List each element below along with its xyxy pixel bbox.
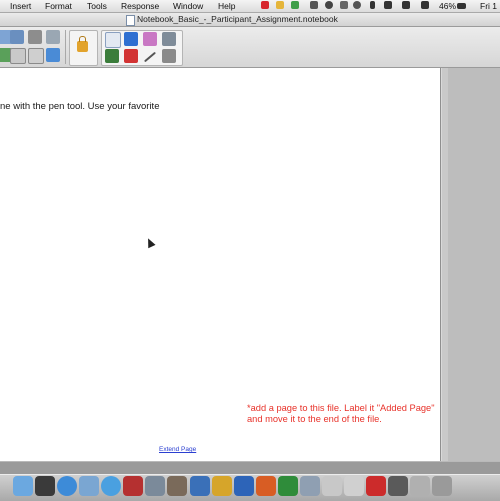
display-icon[interactable] bbox=[10, 48, 26, 64]
app-icon[interactable] bbox=[388, 476, 408, 496]
finder-icon[interactable] bbox=[13, 476, 33, 496]
pen-icon[interactable] bbox=[124, 32, 138, 46]
lock-group[interactable] bbox=[69, 30, 98, 66]
powerpoint-icon[interactable] bbox=[256, 476, 276, 496]
stickies-icon[interactable] bbox=[322, 476, 342, 496]
menu-response[interactable]: Response bbox=[121, 1, 159, 11]
word-icon[interactable] bbox=[234, 476, 254, 496]
menu-clock[interactable]: Fri 1 bbox=[480, 1, 497, 11]
lock-icon[interactable] bbox=[77, 36, 88, 52]
eraser-icon[interactable] bbox=[143, 32, 157, 46]
text-icon[interactable] bbox=[124, 49, 138, 63]
assignment-note: *add a page to this file. Label it "Adde… bbox=[247, 403, 435, 424]
launcher-icon[interactable] bbox=[190, 476, 210, 496]
timer-icon[interactable] bbox=[325, 1, 333, 9]
attachment-icon[interactable] bbox=[46, 30, 60, 44]
menu-bar: Insert Format Tools Response Window Help… bbox=[0, 0, 500, 13]
magic-pen-icon[interactable] bbox=[162, 32, 176, 46]
safari-icon[interactable] bbox=[57, 476, 77, 496]
trash-icon[interactable] bbox=[410, 476, 430, 496]
photo-icon[interactable] bbox=[145, 476, 165, 496]
mail-icon[interactable] bbox=[79, 476, 99, 496]
fill-icon[interactable] bbox=[105, 49, 119, 63]
mouse-cursor-icon bbox=[144, 236, 156, 249]
folder-icon[interactable] bbox=[432, 476, 452, 496]
instruction-text: ne with the pen tool. Use your favorite bbox=[0, 101, 160, 112]
undo-icon[interactable] bbox=[28, 30, 42, 44]
time-machine-icon[interactable] bbox=[353, 1, 361, 9]
window-title: Notebook_Basic_-_Participant_Assignment.… bbox=[137, 14, 338, 24]
menu-format[interactable]: Format bbox=[45, 1, 72, 11]
sound-icon[interactable] bbox=[384, 1, 392, 9]
wifi-icon[interactable] bbox=[402, 1, 410, 9]
notebook-icon[interactable] bbox=[300, 476, 320, 496]
side-panel-area[interactable] bbox=[448, 68, 500, 461]
battery-icon[interactable] bbox=[457, 3, 466, 9]
preview-icon[interactable] bbox=[167, 476, 187, 496]
shape-pen-icon[interactable] bbox=[162, 49, 176, 63]
record-icon[interactable] bbox=[261, 1, 269, 9]
menu-window[interactable]: Window bbox=[173, 1, 203, 11]
dashboard-icon[interactable] bbox=[35, 476, 55, 496]
document-icon bbox=[126, 15, 135, 26]
select-icon[interactable] bbox=[105, 32, 121, 48]
side-panel bbox=[441, 68, 500, 461]
delete-icon[interactable] bbox=[46, 48, 60, 62]
table-icon[interactable] bbox=[28, 48, 44, 64]
toolbar bbox=[0, 27, 500, 68]
dock bbox=[0, 474, 500, 501]
line-icon[interactable] bbox=[143, 51, 157, 63]
itunes-icon[interactable] bbox=[101, 476, 121, 496]
bluetooth-icon[interactable] bbox=[370, 1, 375, 9]
scissors-icon[interactable] bbox=[340, 1, 348, 9]
acrobat-icon[interactable] bbox=[366, 476, 386, 496]
drawing-tools-group bbox=[101, 30, 183, 66]
battery-percent[interactable]: 46% bbox=[439, 1, 456, 11]
menu-help[interactable]: Help bbox=[218, 1, 235, 11]
calendar-icon[interactable] bbox=[123, 476, 143, 496]
sync-icon[interactable] bbox=[291, 1, 299, 9]
notes-icon[interactable] bbox=[276, 1, 284, 9]
document-viewer-icon[interactable] bbox=[344, 476, 364, 496]
window-title-bar: Notebook_Basic_-_Participant_Assignment.… bbox=[0, 13, 500, 27]
insert-picture-icon[interactable] bbox=[10, 30, 24, 44]
menu-insert[interactable]: Insert bbox=[10, 1, 31, 11]
norton-icon[interactable] bbox=[212, 476, 232, 496]
menu-tools[interactable]: Tools bbox=[87, 1, 107, 11]
extend-page-link[interactable]: Extend Page bbox=[159, 446, 196, 453]
excel-icon[interactable] bbox=[278, 476, 298, 496]
notebook-page[interactable]: ne with the pen tool. Use your favorite … bbox=[0, 68, 441, 461]
toolbar-separator bbox=[65, 30, 66, 64]
volume-icon[interactable] bbox=[421, 1, 429, 9]
dropbox-icon[interactable] bbox=[310, 1, 318, 9]
